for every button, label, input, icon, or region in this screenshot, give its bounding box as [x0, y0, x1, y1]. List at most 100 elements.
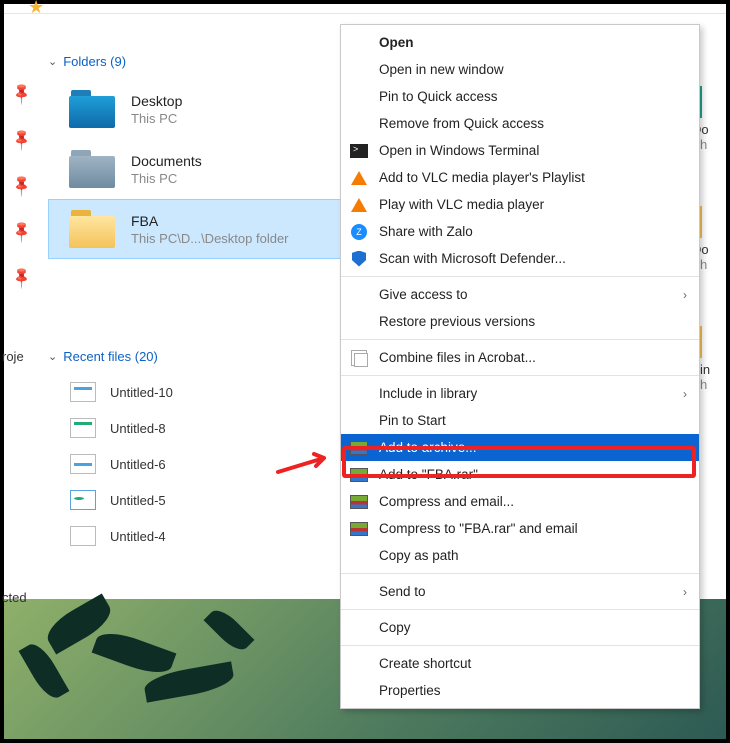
menu-label: Pin to Quick access — [379, 89, 498, 104]
menu-separator — [341, 375, 699, 376]
winrar-icon — [350, 468, 368, 482]
recent-file-item[interactable]: Untitled-8 — [48, 410, 348, 446]
menu-properties[interactable]: Properties — [341, 677, 699, 704]
menu-include-library[interactable]: Include in library › — [341, 380, 699, 407]
acrobat-icon — [351, 350, 367, 366]
winrar-icon — [350, 495, 368, 509]
menu-label: Copy — [379, 620, 411, 635]
menu-label: Combine files in Acrobat... — [379, 350, 536, 365]
recent-file-item[interactable]: Untitled-6 — [48, 446, 348, 482]
menu-pin-quick-access[interactable]: Pin to Quick access — [341, 83, 699, 110]
folder-title: FBA — [131, 213, 289, 229]
winrar-icon — [350, 522, 368, 536]
menu-create-shortcut[interactable]: Create shortcut — [341, 650, 699, 677]
chevron-down-icon: ⌄ — [48, 350, 57, 363]
menu-copy[interactable]: Copy — [341, 614, 699, 641]
context-menu: Open Open in new window Pin to Quick acc… — [340, 24, 700, 709]
menu-add-to-archive[interactable]: Add to archive... — [341, 434, 699, 461]
menu-label: Play with VLC media player — [379, 197, 544, 212]
menu-label: Properties — [379, 683, 441, 698]
folder-icon — [69, 90, 115, 128]
menu-label: Add to VLC media player's Playlist — [379, 170, 585, 185]
shield-icon — [352, 251, 366, 267]
menu-give-access[interactable]: Give access to› — [341, 281, 699, 308]
recent-files-section: ⌄ Recent files (20) Untitled-10 Untitled… — [48, 339, 348, 554]
menu-separator — [341, 276, 699, 277]
menu-label: Restore previous versions — [379, 314, 535, 329]
folder-item-desktop[interactable]: Desktop This PC — [48, 79, 348, 139]
quick-access-star-icon: ★ — [28, 0, 44, 18]
folder-subtitle: This PC — [131, 171, 202, 186]
menu-open-new-window[interactable]: Open in new window — [341, 56, 699, 83]
folder-icon — [69, 150, 115, 188]
menu-share-zalo[interactable]: ZShare with Zalo — [341, 218, 699, 245]
recent-file-item[interactable]: Untitled-10 — [48, 374, 348, 410]
file-name: Untitled-5 — [110, 493, 166, 508]
menu-label: Pin to Start — [379, 413, 446, 428]
file-thumb-icon — [70, 454, 96, 474]
file-name: Untitled-10 — [110, 385, 173, 400]
menu-label: Copy as path — [379, 548, 459, 563]
menu-vlc-playlist[interactable]: Add to VLC media player's Playlist — [341, 164, 699, 191]
truncated-label: cted — [2, 590, 27, 605]
menu-combine-acrobat[interactable]: Combine files in Acrobat... — [341, 344, 699, 371]
menu-send-to[interactable]: Send to › — [341, 578, 699, 605]
menu-separator — [341, 645, 699, 646]
pin-icon: 📌 — [9, 218, 36, 245]
menu-label: Add to archive... — [379, 440, 477, 455]
pin-icon: 📌 — [9, 172, 36, 199]
folders-label: Folders (9) — [63, 54, 126, 69]
folder-item-documents[interactable]: Documents This PC — [48, 139, 348, 199]
vlc-icon — [351, 198, 367, 212]
menu-compress-email[interactable]: Compress and email... — [341, 488, 699, 515]
folder-title: Documents — [131, 153, 202, 169]
menu-label: Open in new window — [379, 62, 504, 77]
menu-label: Compress to "FBA.rar" and email — [379, 521, 578, 536]
folder-subtitle: This PC\D...\Desktop folder — [131, 231, 289, 246]
menu-label: Add to "FBA.rar" — [379, 467, 478, 482]
file-name: Untitled-6 — [110, 457, 166, 472]
pin-icon: 📌 — [9, 80, 36, 107]
menu-label: Open — [379, 35, 414, 50]
file-thumb-icon — [70, 382, 96, 402]
menu-label: Compress and email... — [379, 494, 514, 509]
menu-copy-as-path[interactable]: Copy as path — [341, 542, 699, 569]
menu-open-terminal[interactable]: Open in Windows Terminal — [341, 137, 699, 164]
recent-header[interactable]: ⌄ Recent files (20) — [48, 349, 348, 364]
pin-column: 📌 📌 📌 📌 📌 — [12, 84, 32, 286]
toolbar-strip: ★ — [4, 4, 726, 14]
folder-title: Desktop — [131, 93, 182, 109]
menu-label: Include in library — [379, 386, 477, 401]
menu-label: Share with Zalo — [379, 224, 473, 239]
menu-add-to-fba-rar[interactable]: Add to "FBA.rar" — [341, 461, 699, 488]
folders-header[interactable]: ⌄ Folders (9) — [48, 54, 348, 69]
menu-pin-start[interactable]: Pin to Start — [341, 407, 699, 434]
recent-file-item[interactable]: Untitled-4 — [48, 518, 348, 554]
submenu-arrow-icon: › — [683, 387, 687, 401]
file-name: Untitled-4 — [110, 529, 166, 544]
terminal-icon — [350, 144, 368, 158]
folder-subtitle: This PC — [131, 111, 182, 126]
menu-label: Give access to — [379, 287, 468, 302]
menu-remove-quick-access[interactable]: Remove from Quick access — [341, 110, 699, 137]
vlc-icon — [351, 171, 367, 185]
recent-file-item[interactable]: Untitled-5 — [48, 482, 348, 518]
recent-label: Recent files (20) — [63, 349, 158, 364]
pin-icon: 📌 — [9, 126, 36, 153]
menu-label: Create shortcut — [379, 656, 471, 671]
menu-label: Send to — [379, 584, 426, 599]
file-thumb-icon — [70, 490, 96, 510]
menu-restore-versions[interactable]: Restore previous versions — [341, 308, 699, 335]
menu-label: Remove from Quick access — [379, 116, 544, 131]
file-thumb-icon — [70, 526, 96, 546]
menu-label: Scan with Microsoft Defender... — [379, 251, 566, 266]
submenu-arrow-icon: › — [683, 585, 687, 599]
menu-compress-fba-email[interactable]: Compress to "FBA.rar" and email — [341, 515, 699, 542]
menu-scan-defender[interactable]: Scan with Microsoft Defender... — [341, 245, 699, 272]
menu-separator — [341, 573, 699, 574]
folder-item-fba[interactable]: FBA This PC\D...\Desktop folder — [48, 199, 348, 259]
menu-separator — [341, 609, 699, 610]
menu-vlc-play[interactable]: Play with VLC media player — [341, 191, 699, 218]
menu-label: Open in Windows Terminal — [379, 143, 539, 158]
menu-open[interactable]: Open — [341, 29, 699, 56]
